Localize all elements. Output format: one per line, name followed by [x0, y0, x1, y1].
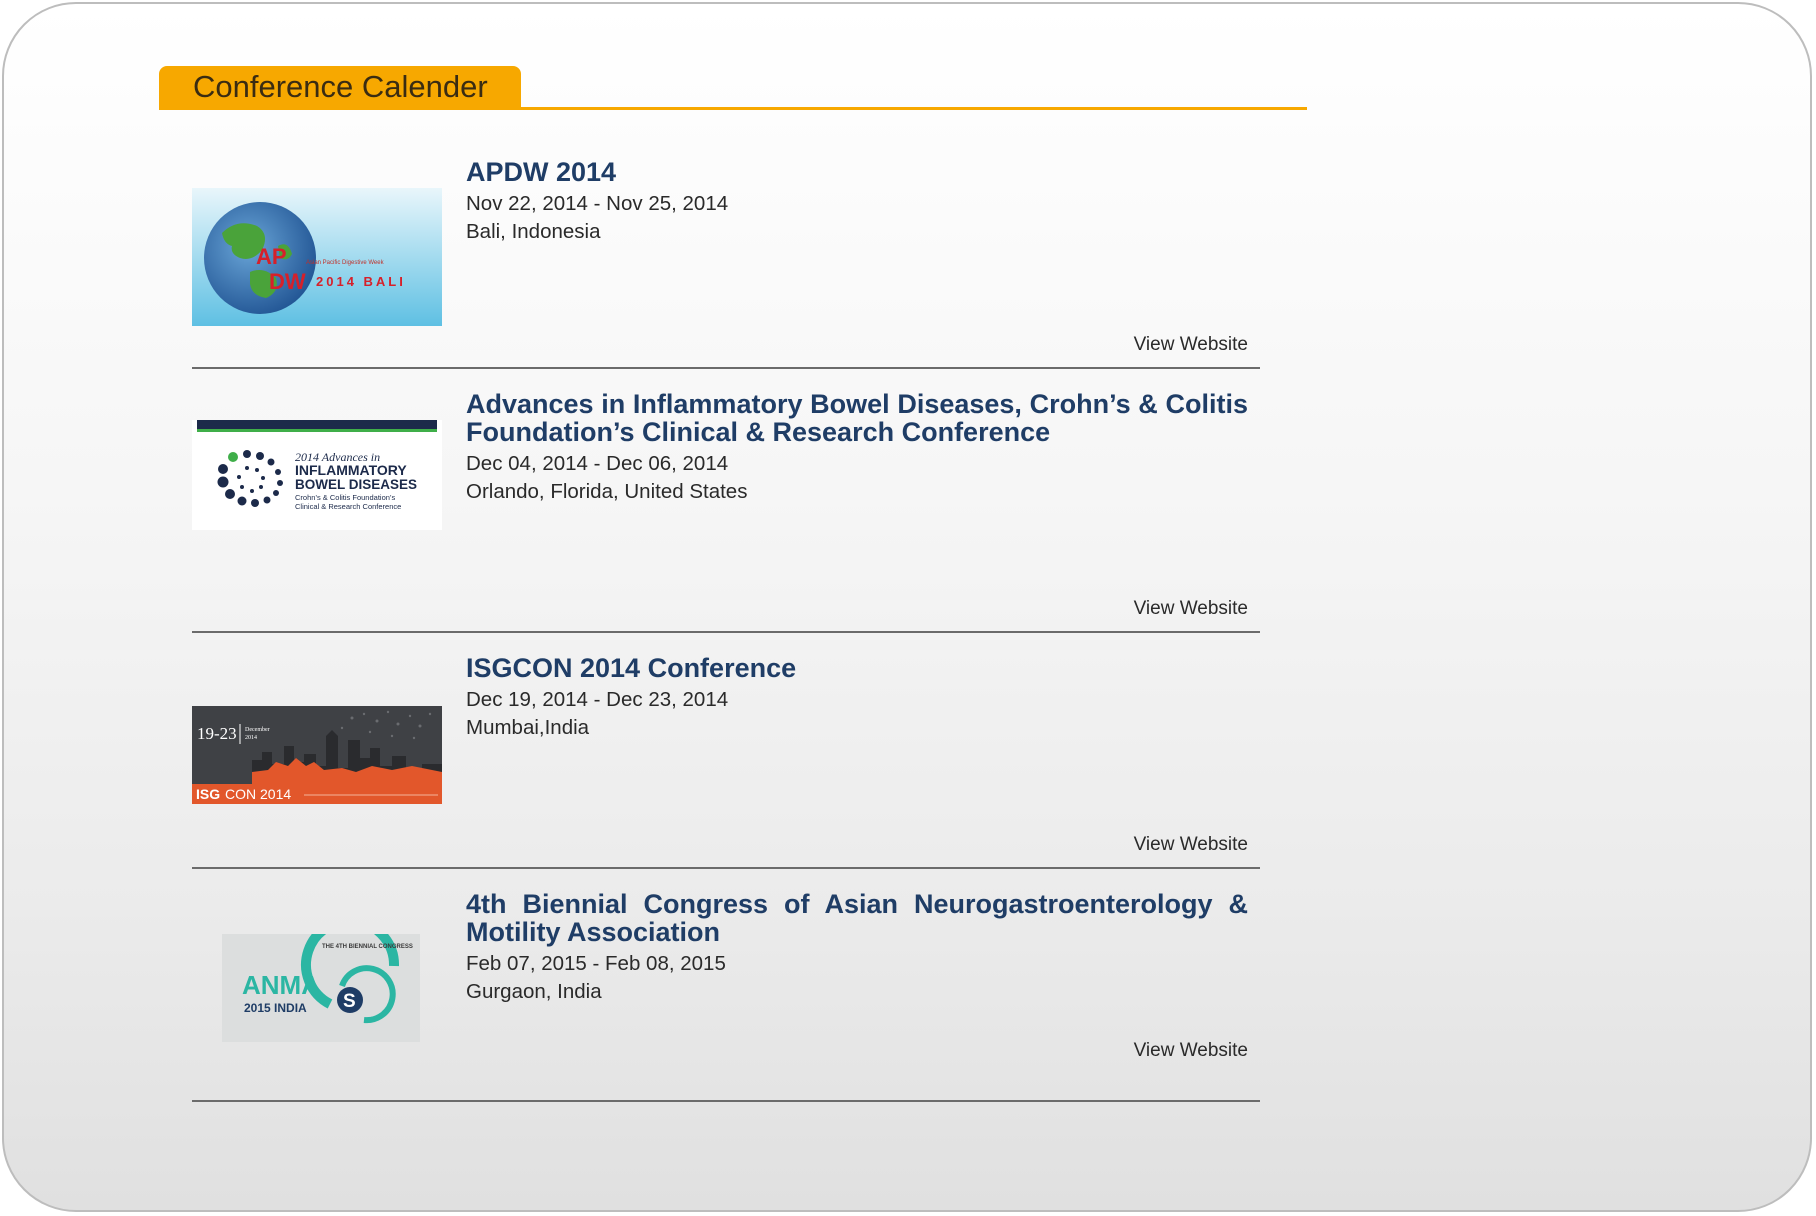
section-title-tab: Conference Calender [159, 66, 521, 110]
conference-dates: Feb 07, 2015 - Feb 08, 2015 [466, 952, 726, 975]
conference-title[interactable]: ISGCON 2014 Conference [466, 654, 1248, 682]
conference-location: Bali, Indonesia [466, 220, 601, 243]
view-website-link[interactable]: View Website [1134, 834, 1248, 856]
conference-logo-isgcon[interactable]: 19-23 December 2014 ISG CON 2014 [192, 706, 442, 804]
anma-logo-image: THE 4TH BIENNIAL CONGRESS ANMA 2015 INDI… [222, 934, 420, 1042]
ibd-logo-line2: INFLAMMATORY [295, 462, 407, 478]
conference-location: Orlando, Florida, United States [466, 480, 748, 503]
isgcon-logo-image: 19-23 December 2014 ISG CON 2014 [192, 706, 442, 804]
conference-logo-anma[interactable]: THE 4TH BIENNIAL CONGRESS ANMA 2015 INDI… [192, 934, 442, 1044]
conference-info: APDW 2014 Nov 22, 2014 - Nov 25, 2014 Ba… [466, 158, 1248, 246]
conference-info: 4th Biennial Congress of Asian Neurogast… [466, 890, 1248, 1006]
conference-location: Gurgaon, India [466, 980, 602, 1003]
anma-logo-arc: THE 4TH BIENNIAL CONGRESS [322, 944, 413, 950]
conference-item: 2014 Advances in INFLAMMATORY BOWEL DISE… [192, 370, 1260, 633]
conference-title[interactable]: 4th Biennial Congress of Asian Neurogast… [466, 890, 1248, 946]
section-header: Conference Calender [159, 66, 1307, 110]
isgcon-logo-year: 2014 [245, 735, 257, 741]
anma-logo-name: ANMA [242, 970, 320, 1000]
view-website-link[interactable]: View Website [1134, 334, 1248, 356]
conference-item: AP DW Asian Pacific Digestive Week 2014 … [192, 154, 1260, 369]
isgcon-logo-brand-b: CON 2014 [225, 786, 291, 802]
ibd-logo-image: 2014 Advances in INFLAMMATORY BOWEL DISE… [197, 420, 437, 511]
conference-info: ISGCON 2014 Conference Dec 19, 2014 - De… [466, 654, 1248, 742]
conference-item: THE 4TH BIENNIAL CONGRESS ANMA 2015 INDI… [192, 870, 1260, 1102]
conference-item: 19-23 December 2014 ISG CON 2014 ISGCON … [192, 634, 1260, 869]
ibd-logo-line5: Clinical & Research Conference [295, 502, 401, 511]
conference-info: Advances in Inflammatory Bowel Diseases,… [466, 390, 1248, 506]
isgcon-logo-month: December [245, 727, 270, 733]
conference-title[interactable]: Advances in Inflammatory Bowel Diseases,… [466, 390, 1248, 446]
apdw-logo-place: 2014 BALI [316, 274, 406, 289]
apdw-logo-image: AP DW Asian Pacific Digestive Week 2014 … [192, 188, 442, 326]
apdw-logo-ap: AP [256, 244, 287, 269]
view-website-link[interactable]: View Website [1134, 598, 1248, 620]
conference-dates: Dec 19, 2014 - Dec 23, 2014 [466, 688, 729, 711]
conference-logo-ibd[interactable]: 2014 Advances in INFLAMMATORY BOWEL DISE… [192, 420, 442, 530]
conference-dates: Dec 04, 2014 - Dec 06, 2014 [466, 452, 729, 475]
conference-logo-apdw[interactable]: AP DW Asian Pacific Digestive Week 2014 … [192, 188, 442, 326]
conference-location: Mumbai,India [466, 716, 590, 739]
view-website-link[interactable]: View Website [1134, 1040, 1248, 1062]
apdw-logo-tagline: Asian Pacific Digestive Week [306, 260, 385, 266]
ibd-logo-line4: Crohn’s & Colitis Foundation’s [295, 493, 395, 502]
anma-logo-sub: 2015 INDIA [244, 1001, 307, 1015]
isgcon-logo-brand-a: ISG [196, 786, 220, 802]
svg-text:S: S [343, 991, 356, 1012]
section-divider [159, 107, 1307, 110]
conference-dates: Nov 22, 2014 - Nov 25, 2014 [466, 192, 729, 215]
ibd-logo-line3: BOWEL DISEASES [295, 477, 417, 492]
content-panel: Conference Calender AP DW Asian Pacific … [2, 2, 1812, 1212]
isgcon-logo-days: 19-23 [197, 724, 237, 743]
conference-title[interactable]: APDW 2014 [466, 158, 1248, 186]
apdw-logo-dw: DW [269, 269, 306, 294]
